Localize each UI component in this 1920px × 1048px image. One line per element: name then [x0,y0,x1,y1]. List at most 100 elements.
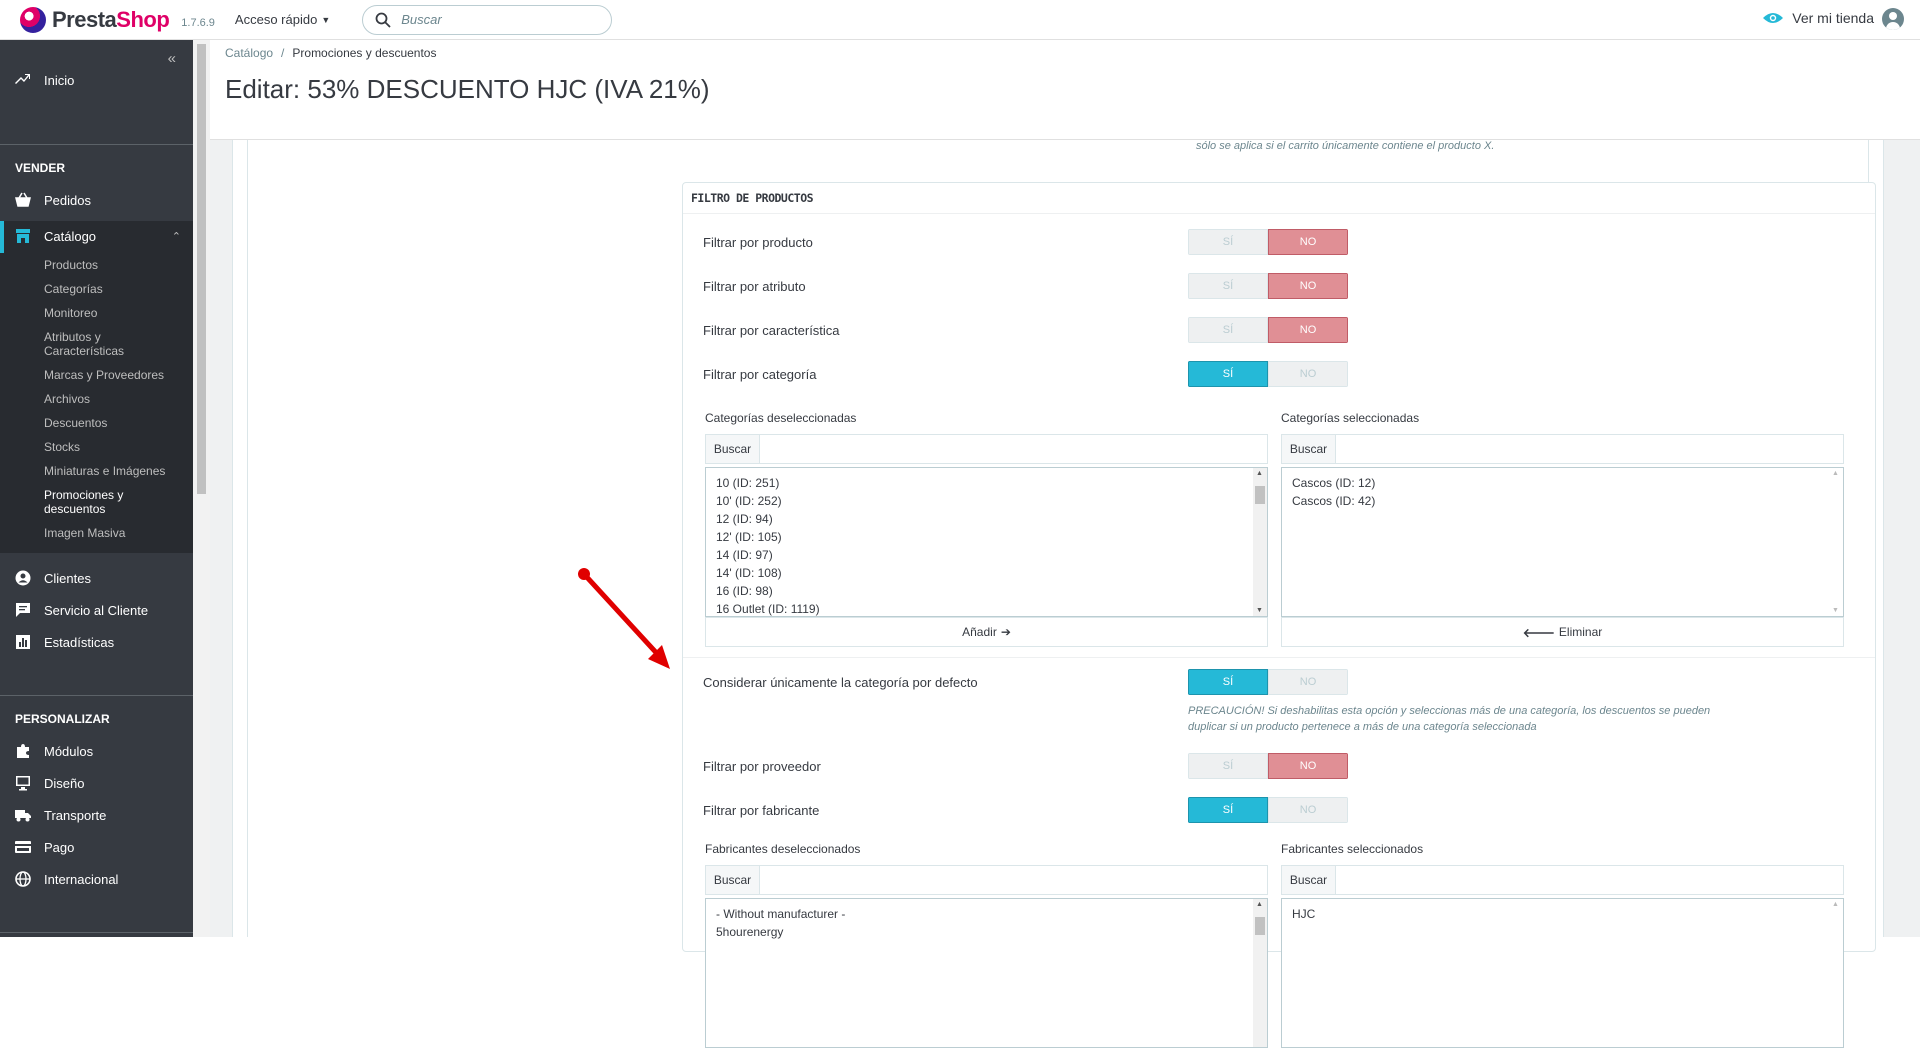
list-item[interactable]: Cascos (ID: 42) [1282,492,1843,510]
submenu-discounts[interactable]: Descuentos [44,416,184,430]
yes-option[interactable]: SÍ [1188,273,1268,299]
catalog-submenu: Productos Categorías Monitoreo Atributos… [0,253,193,553]
list-item[interactable]: 12' (ID: 105) [706,528,1267,546]
no-option[interactable]: NO [1268,273,1348,299]
sidebar-item-label: Clientes [44,570,91,586]
submenu-categories[interactable]: Categorías [44,282,184,296]
sidebar-item-customer-service[interactable]: Servicio al Cliente [0,600,193,620]
no-option[interactable]: NO [1268,753,1348,779]
list-scrollbar[interactable]: ▲ ▼ [1829,468,1843,616]
list-scrollbar[interactable]: ▲ [1253,899,1267,1047]
unselected-manufacturers-list[interactable]: - Without manufacturer - 5hourenergy ▲ [705,898,1268,1048]
caret-down-icon: ▼ [321,14,331,25]
user-account-icon[interactable] [1882,8,1904,30]
submenu-files[interactable]: Archivos [44,392,184,406]
submenu-brands[interactable]: Marcas y Proveedores [44,368,184,382]
yes-option[interactable]: SÍ [1188,229,1268,255]
list-item[interactable]: HJC [1282,905,1843,923]
no-option[interactable]: NO [1268,229,1348,255]
filter-by-product-switch[interactable]: SÍ NO [1188,229,1348,255]
sidebar-item-modules[interactable]: Módulos [0,741,193,761]
filter-by-manufacturer-label: Filtrar por fabricante [703,803,820,818]
submenu-monitoring[interactable]: Monitoreo [44,306,184,320]
no-option[interactable]: NO [1268,669,1348,695]
no-option[interactable]: NO [1268,361,1348,387]
list-scrollbar[interactable]: ▲ ▼ [1253,468,1267,616]
quick-access-dropdown[interactable]: Acceso rápido ▼ [235,12,330,27]
yes-option[interactable]: SÍ [1188,317,1268,343]
store-icon [14,228,32,244]
main-content: sólo se aplica si el carrito únicamente … [210,140,1920,1048]
sidebar-item-label: Pedidos [44,192,91,208]
unselected-manufacturers-search[interactable]: Buscar [705,865,1268,895]
default-category-only-switch[interactable]: SÍ NO [1188,669,1348,695]
yes-option[interactable]: SÍ [1188,361,1268,387]
chevron-up-icon: ⌃ [171,230,181,243]
list-item[interactable]: 12 (ID: 94) [706,510,1267,528]
submenu-promotions[interactable]: Promociones y descuentos [44,488,184,516]
sidebar-item-international[interactable]: Internacional [0,869,193,889]
search-input[interactable]: Buscar [362,4,613,35]
list-item[interactable]: 16 (ID: 98) [706,582,1267,600]
list-item[interactable]: Cascos (ID: 12) [1282,474,1843,492]
selected-categories-list[interactable]: Cascos (ID: 12) Cascos (ID: 42) ▲ ▼ [1281,467,1844,617]
view-store-link[interactable]: Ver mi tienda [1762,10,1874,26]
filter-by-category-switch[interactable]: SÍ NO [1188,361,1348,387]
unselected-manufacturers-label: Fabricantes deseleccionados [705,842,861,856]
sidebar-item-home[interactable]: Inicio [0,70,193,90]
selected-manufacturers-search[interactable]: Buscar [1281,865,1844,895]
sidebar-item-stats[interactable]: Estadísticas [0,632,193,652]
section-customize: PERSONALIZAR [15,712,110,726]
sidebar-scrollbar[interactable] [193,40,210,937]
filter-by-feature-label: Filtrar por característica [703,323,840,338]
filter-by-feature-switch[interactable]: SÍ NO [1188,317,1348,343]
list-item[interactable]: 14' (ID: 108) [706,564,1267,582]
yes-option[interactable]: SÍ [1188,753,1268,779]
list-item[interactable]: - Without manufacturer - [706,905,1267,923]
submenu-products[interactable]: Productos [44,258,184,272]
filter-by-supplier-switch[interactable]: SÍ NO [1188,753,1348,779]
sidebar-item-label: Transporte [44,807,107,823]
add-category-button[interactable]: Añadir ➔ [705,617,1268,647]
add-button-label: Añadir [962,625,997,639]
unselected-categories-search[interactable]: Buscar [705,434,1268,464]
list-item[interactable]: 14 (ID: 97) [706,546,1267,564]
list-item[interactable]: 5hourenergy [706,923,1267,941]
yes-option[interactable]: SÍ [1188,669,1268,695]
no-option[interactable]: NO [1268,797,1348,823]
sidebar-item-shipping[interactable]: Transporte [0,805,193,825]
selected-manufacturers-list[interactable]: HJC ▲ [1281,898,1844,1048]
search-button[interactable]: Buscar [1282,866,1336,894]
submenu-bulk-image[interactable]: Imagen Masiva [44,526,184,540]
submenu-attributes[interactable]: Atributos y Características [44,330,184,358]
sidebar-item-orders[interactable]: Pedidos [0,190,193,210]
search-button[interactable]: Buscar [706,866,760,894]
filter-by-manufacturer-switch[interactable]: SÍ NO [1188,797,1348,823]
sidebar-item-customers[interactable]: Clientes [0,568,193,588]
sidebar-item-catalog[interactable]: Catálogo ⌃ [0,226,193,246]
submenu-stocks[interactable]: Stocks [44,440,184,454]
list-scrollbar[interactable]: ▲ [1829,899,1843,1047]
submenu-thumbnails[interactable]: Miniaturas e Imágenes [44,464,184,478]
prestashop-logo[interactable]: PrestaShop [20,6,170,33]
collapse-sidebar-icon[interactable]: « [168,50,177,67]
sidebar-item-design[interactable]: Diseño [0,773,193,793]
no-option[interactable]: NO [1268,317,1348,343]
breadcrumb-catalog-link[interactable]: Catálogo [225,46,273,60]
yes-option[interactable]: SÍ [1188,797,1268,823]
list-item[interactable]: 10 (ID: 251) [706,474,1267,492]
chart-icon [14,634,32,650]
search-button[interactable]: Buscar [706,435,760,463]
list-item[interactable]: 16 Outlet (ID: 1119) [706,600,1267,616]
search-button[interactable]: Buscar [1282,435,1336,463]
sidebar-item-label: Módulos [44,743,94,759]
sidebar-item-label: Pago [44,839,75,855]
remove-category-button[interactable]: 🡐 Eliminar [1281,617,1844,647]
breadcrumb: Catálogo / Promociones y descuentos [225,46,437,60]
unselected-categories-list[interactable]: 10 (ID: 251) 10' (ID: 252) 12 (ID: 94) 1… [705,467,1268,617]
selected-categories-search[interactable]: Buscar [1281,434,1844,464]
filter-by-attribute-switch[interactable]: SÍ NO [1188,273,1348,299]
list-item[interactable]: 10' (ID: 252) [706,492,1267,510]
filter-by-product-label: Filtrar por producto [703,235,813,250]
sidebar-item-payment[interactable]: Pago [0,837,193,857]
